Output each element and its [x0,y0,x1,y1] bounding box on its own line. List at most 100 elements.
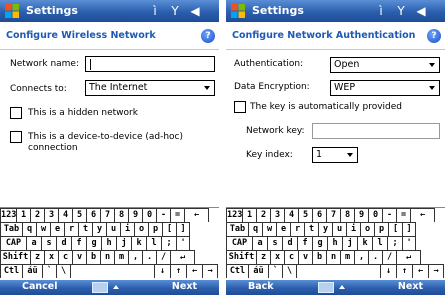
key[interactable]: k [131,236,146,250]
key[interactable]: 5 [298,208,312,222]
key[interactable]: ← [410,208,435,222]
key[interactable]: 0 [142,208,156,222]
key[interactable]: 5 [72,208,86,222]
key[interactable]: q [248,222,262,236]
key[interactable]: ` [42,264,56,278]
key[interactable]: m [114,250,128,264]
key[interactable]: [ [388,222,402,236]
key[interactable]: 1 [242,208,256,222]
next-softkey[interactable]: Next [172,281,197,292]
key[interactable]: e [50,222,64,236]
key[interactable]: p [374,222,388,236]
key[interactable]: u [332,222,346,236]
key[interactable]: 9 [354,208,368,222]
key[interactable]: a [252,236,267,250]
key[interactable]: m [340,250,354,264]
key[interactable]: s [41,236,56,250]
key[interactable]: , [354,250,368,264]
key[interactable]: e [276,222,290,236]
key[interactable]: t [78,222,92,236]
key[interactable]: h [327,236,342,250]
key[interactable]: ' [402,236,416,250]
windows-start-icon[interactable] [4,3,20,19]
key[interactable]: Ctl [226,264,248,278]
key[interactable]: a [26,236,41,250]
key[interactable]: k [357,236,372,250]
key[interactable]: CAP [226,236,252,250]
adhoc-checkbox[interactable] [10,131,22,143]
key[interactable]: ] [176,222,190,236]
key[interactable]: / [156,250,170,264]
key[interactable]: = [396,208,410,222]
key[interactable]: r [290,222,304,236]
key[interactable]: g [312,236,327,250]
key[interactable]: ' [176,236,190,250]
key[interactable]: ↑ [396,264,412,278]
key[interactable]: o [360,222,374,236]
key[interactable]: Tab [226,222,248,236]
input-menu-arrow-icon[interactable] [113,285,119,289]
key[interactable]: i [120,222,134,236]
key[interactable]: Shift [0,250,30,264]
key[interactable]: g [86,236,101,250]
key[interactable]: 8 [114,208,128,222]
key[interactable]: ↵ [170,250,195,264]
key[interactable]: - [382,208,396,222]
key[interactable]: ] [402,222,416,236]
key[interactable]: t [304,222,318,236]
key[interactable]: 8 [340,208,354,222]
auto-key-checkbox[interactable] [234,101,246,113]
key[interactable]: 6 [312,208,326,222]
network-key-input[interactable] [312,123,440,139]
key[interactable]: ← [186,264,202,278]
key[interactable]: x [44,250,58,264]
key[interactable]: 9 [128,208,142,222]
key[interactable]: 123 [226,208,242,222]
key[interactable]: b [312,250,326,264]
network-name-input[interactable] [85,56,215,72]
key[interactable]: 4 [58,208,72,222]
key[interactable]: ` [268,264,282,278]
key[interactable]: ; [387,236,402,250]
key[interactable]: 2 [30,208,44,222]
key[interactable]: 2 [256,208,270,222]
key[interactable]: n [326,250,340,264]
key[interactable]: s [267,236,282,250]
key[interactable]: j [342,236,357,250]
key[interactable]: c [58,250,72,264]
key[interactable]: q [22,222,36,236]
key[interactable]: z [256,250,270,264]
key[interactable]: CAP [0,236,26,250]
signal-icon[interactable]: Y [168,3,182,19]
key[interactable]: 123 [0,208,16,222]
key[interactable]: f [297,236,312,250]
help-icon[interactable]: ? [427,29,441,43]
key[interactable]: ↓ [380,264,396,278]
key[interactable]: Shift [226,250,256,264]
key[interactable]: j [116,236,131,250]
key[interactable]: l [372,236,387,250]
key[interactable]: ← [412,264,428,278]
input-menu-arrow-icon[interactable] [339,285,345,289]
key[interactable]: Tab [0,222,22,236]
key[interactable]: \ [282,264,296,278]
key[interactable]: u [106,222,120,236]
key[interactable]: c [284,250,298,264]
key[interactable]: ↓ [154,264,170,278]
key-index-dropdown[interactable]: 1 [312,147,358,163]
key[interactable]: r [64,222,78,236]
key[interactable]: 6 [86,208,100,222]
key[interactable]: áü [22,264,42,278]
key[interactable]: w [262,222,276,236]
key[interactable]: áü [248,264,268,278]
key[interactable]: p [148,222,162,236]
key[interactable]: v [298,250,312,264]
key[interactable]: o [134,222,148,236]
key-space[interactable] [70,264,154,278]
key[interactable]: 3 [270,208,284,222]
key[interactable]: = [170,208,184,222]
key[interactable]: 4 [284,208,298,222]
back-softkey[interactable]: Back [248,281,274,292]
key[interactable]: h [101,236,116,250]
key[interactable]: . [368,250,382,264]
